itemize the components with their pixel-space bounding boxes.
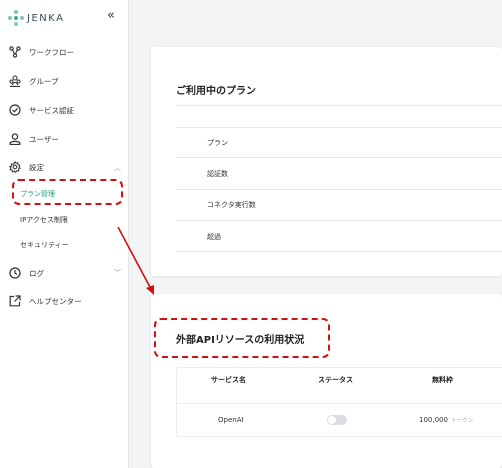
annotation-arrow <box>117 226 154 295</box>
